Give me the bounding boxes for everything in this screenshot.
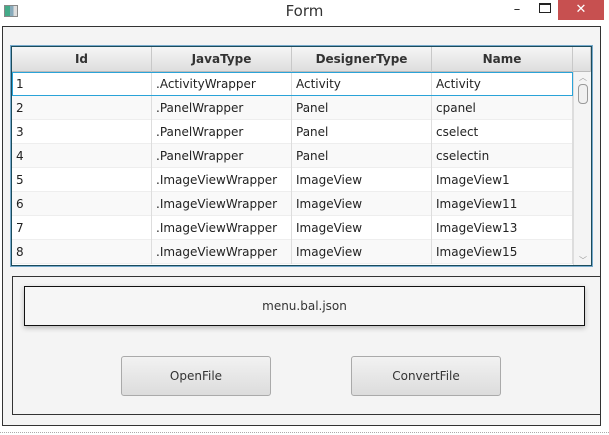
cell-designertype[interactable]: ImageView <box>292 216 432 240</box>
data-table[interactable]: Id JavaType DesignerType Name 1 .Activity… <box>11 46 592 266</box>
table-row[interactable]: 8 .ImageViewWrapper ImageView ImageView15 <box>12 240 573 264</box>
scroll-up-icon[interactable]: ︿ <box>579 72 587 83</box>
cell-designertype[interactable]: Panel <box>292 120 432 144</box>
open-file-button[interactable]: OpenFile <box>121 356 271 396</box>
cell-javatype[interactable]: .PanelWrapper <box>152 120 292 144</box>
column-header-name[interactable]: Name <box>432 47 573 72</box>
cell-id[interactable]: 1 <box>12 72 152 96</box>
cell-name[interactable]: cpanel <box>432 96 573 120</box>
cell-id[interactable]: 2 <box>12 96 152 120</box>
title-bar: Form – ✕ <box>0 0 609 23</box>
cell-javatype[interactable]: .PanelWrapper <box>152 96 292 120</box>
close-button[interactable]: ✕ <box>558 0 604 20</box>
cell-id[interactable]: 3 <box>12 120 152 144</box>
cell-id[interactable]: 4 <box>12 144 152 168</box>
table-row[interactable]: 6 .ImageViewWrapper ImageView ImageView11 <box>12 192 573 216</box>
cell-name[interactable]: cselect <box>432 120 573 144</box>
cell-javatype[interactable]: .ImageViewWrapper <box>152 216 292 240</box>
cell-designertype[interactable]: ImageView <box>292 240 432 264</box>
table-row[interactable]: 7 .ImageViewWrapper ImageView ImageView13 <box>12 216 573 240</box>
bottom-divider <box>0 432 609 433</box>
cell-designertype[interactable]: Panel <box>292 144 432 168</box>
cell-javatype[interactable]: .ActivityWrapper <box>152 72 292 96</box>
column-header-designertype[interactable]: DesignerType <box>292 47 432 72</box>
cell-id[interactable]: 8 <box>12 240 152 264</box>
maximize-button[interactable] <box>539 3 551 13</box>
table-row[interactable]: 2 .PanelWrapper Panel cpanel <box>12 96 573 120</box>
table-row[interactable]: 5 .ImageViewWrapper ImageView ImageView1 <box>12 168 573 192</box>
cell-name[interactable]: ImageView1 <box>432 168 573 192</box>
table-row[interactable]: 4 .PanelWrapper Panel cselectin <box>12 144 573 168</box>
cell-javatype[interactable]: .ImageViewWrapper <box>152 168 292 192</box>
convert-file-button[interactable]: ConvertFile <box>351 356 501 396</box>
cell-id[interactable]: 6 <box>12 192 152 216</box>
cell-designertype[interactable]: ImageView <box>292 192 432 216</box>
cell-name[interactable]: Activity <box>432 72 573 96</box>
cell-name[interactable]: cselectin <box>432 144 573 168</box>
cell-designertype[interactable]: Panel <box>292 96 432 120</box>
column-header-filler <box>573 47 591 72</box>
table-header: Id JavaType DesignerType Name <box>12 47 591 72</box>
column-header-javatype[interactable]: JavaType <box>152 47 292 72</box>
cell-javatype[interactable]: .ImageViewWrapper <box>152 240 292 264</box>
column-header-id[interactable]: Id <box>12 47 152 72</box>
cell-name[interactable]: ImageView11 <box>432 192 573 216</box>
minimize-button[interactable]: – <box>507 2 527 18</box>
table-row[interactable]: 3 .PanelWrapper Panel cselect <box>12 120 573 144</box>
cell-javatype[interactable]: .PanelWrapper <box>152 144 292 168</box>
vertical-scrollbar[interactable]: ︿ ﹀ <box>573 72 591 265</box>
cell-id[interactable]: 7 <box>12 216 152 240</box>
scroll-thumb[interactable] <box>578 84 588 104</box>
scroll-down-icon[interactable]: ﹀ <box>579 255 587 265</box>
cell-javatype[interactable]: .ImageViewWrapper <box>152 192 292 216</box>
cell-designertype[interactable]: ImageView <box>292 168 432 192</box>
cell-designertype[interactable]: Activity <box>292 72 432 96</box>
file-name-label: menu.bal.json <box>24 286 585 326</box>
table-row[interactable]: 1 .ActivityWrapper Activity Activity <box>12 72 573 96</box>
cell-name[interactable]: ImageView15 <box>432 240 573 264</box>
cell-id[interactable]: 5 <box>12 168 152 192</box>
cell-name[interactable]: ImageView13 <box>432 216 573 240</box>
